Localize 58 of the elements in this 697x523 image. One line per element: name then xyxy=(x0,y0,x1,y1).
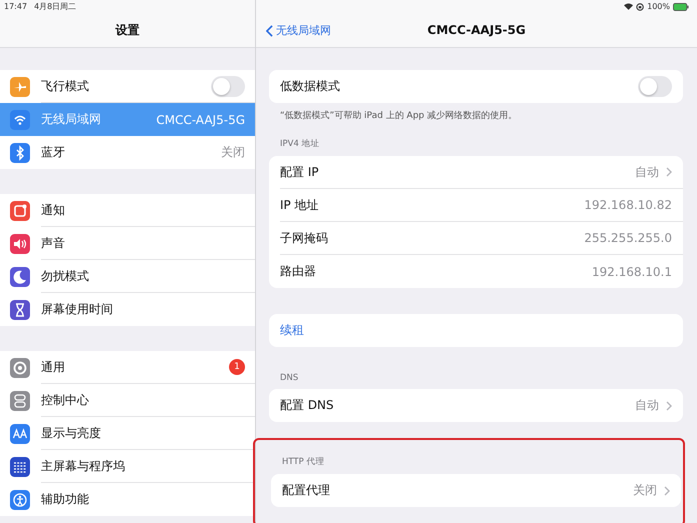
sidebar-item[interactable]: 声音 xyxy=(0,227,255,260)
sidebar-item[interactable]: 主屏幕与程序坞 xyxy=(0,450,255,483)
sidebar-item-label: 通知 xyxy=(41,202,66,218)
wifi-signal-icon xyxy=(624,3,634,10)
row-value: 192.168.10.1 xyxy=(592,264,672,278)
sidebar-item-label: 无线局域网 xyxy=(41,111,102,128)
sidebar-item-label: 通用 xyxy=(41,358,66,376)
chevron-right-icon[interactable] xyxy=(664,486,670,496)
page-title: CMCC-AAJ5-5G xyxy=(427,23,526,37)
battery-percent: 100% xyxy=(647,2,670,11)
sidebar-item-label: 控制中心 xyxy=(41,392,90,408)
sidebar-item[interactable]: 屏幕使用时间 xyxy=(0,293,255,326)
battery-icon xyxy=(673,2,689,10)
sidebar-item-label: 声音 xyxy=(41,234,66,252)
row-label: IP 地址 xyxy=(280,196,320,214)
sidebar-item[interactable]: 通用 1 xyxy=(0,351,255,384)
chevron-right-icon[interactable] xyxy=(666,400,672,410)
chevron-right-icon[interactable] xyxy=(666,167,672,177)
row-label: 低数据模式 xyxy=(280,78,341,95)
section-footer: “低数据模式”可帮助 iPad 上的 App 减少网络数据的使用。 xyxy=(269,103,683,130)
renew-lease-button[interactable]: 续租 xyxy=(280,322,304,339)
sidebar-item[interactable]: 辅助功能 xyxy=(0,483,255,516)
rotation-lock-icon xyxy=(636,2,644,10)
row-value: 192.168.10.82 xyxy=(584,198,672,212)
back-button[interactable]: 无线局域网 xyxy=(264,21,333,40)
sidebar-item-label: 蓝牙 xyxy=(41,144,66,161)
status-date: 4月8日周二 xyxy=(34,1,76,12)
sidebar-item-label: 屏幕使用时间 xyxy=(41,301,114,318)
sidebar-item-label: 显示与亮度 xyxy=(41,424,102,442)
back-chevron-icon xyxy=(266,24,273,36)
row-label: 配置 DNS xyxy=(280,397,335,414)
sidebar-title: 设置 xyxy=(116,22,140,38)
toggle-switch[interactable] xyxy=(211,76,245,96)
notification-badge: 1 xyxy=(229,359,245,375)
status-time: 17:47 xyxy=(4,2,28,11)
sidebar-item[interactable]: 蓝牙 关闭 xyxy=(0,136,255,169)
section-header: DNS xyxy=(279,372,300,385)
sidebar-item[interactable]: 显示与亮度 xyxy=(0,417,255,450)
sidebar-item-label: 勿扰模式 xyxy=(41,268,90,284)
toggle-switch[interactable] xyxy=(638,76,672,97)
row-value: 255.255.255.0 xyxy=(584,231,672,245)
row-label: 路由器 xyxy=(280,263,317,280)
row-value: 自动 xyxy=(635,397,659,414)
sidebar-item-value: CMCC-AAJ5-5G xyxy=(156,112,245,126)
row-label: 配置代理 xyxy=(282,482,331,499)
row-label: 配置 IP xyxy=(280,164,320,180)
sidebar-item-label: 主屏幕与程序坞 xyxy=(41,458,126,474)
sidebar-item-label: 飞行模式 xyxy=(41,78,90,94)
section-header: IPV4 地址 xyxy=(279,138,321,151)
sidebar-item[interactable]: 控制中心 xyxy=(0,384,255,417)
row-value: 自动 xyxy=(635,164,659,180)
row-value: 关闭 xyxy=(633,482,657,499)
sidebar-item[interactable]: 通知 xyxy=(0,194,255,227)
sidebar-item-value: 关闭 xyxy=(221,144,245,161)
section-header: HTTP 代理 xyxy=(281,456,326,469)
row-label: 子网掩码 xyxy=(280,230,329,246)
sidebar-item[interactable]: 勿扰模式 xyxy=(0,260,255,293)
sidebar-item-label: 辅助功能 xyxy=(41,491,90,508)
